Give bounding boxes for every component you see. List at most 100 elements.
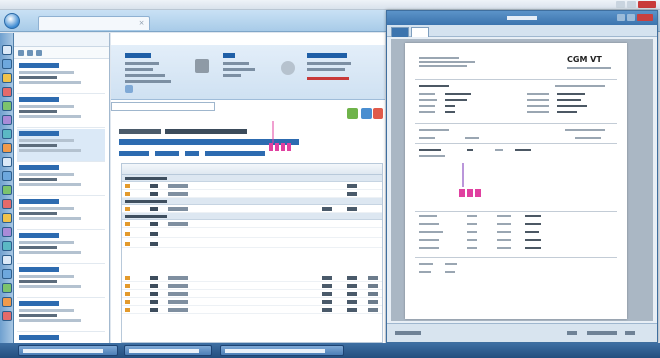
rail-mail-icon[interactable] bbox=[2, 157, 12, 167]
zoom-slider[interactable] bbox=[587, 331, 617, 335]
doc-minimize-button[interactable] bbox=[617, 14, 625, 21]
filter-icon[interactable] bbox=[18, 50, 24, 56]
tab-requirements[interactable] bbox=[119, 151, 149, 156]
tab-hb[interactable] bbox=[185, 151, 199, 156]
taskbar-item[interactable] bbox=[124, 345, 212, 356]
list-item[interactable] bbox=[17, 61, 105, 94]
maximize-button[interactable] bbox=[627, 1, 636, 8]
patient-name bbox=[19, 63, 59, 68]
table-row[interactable] bbox=[122, 240, 382, 248]
rail-alert-icon[interactable] bbox=[2, 87, 12, 97]
table-row[interactable] bbox=[122, 274, 382, 282]
table-row[interactable] bbox=[122, 282, 382, 290]
rail-calendar-icon[interactable] bbox=[2, 73, 12, 83]
rail-logout-icon[interactable] bbox=[2, 311, 12, 321]
list-item[interactable] bbox=[17, 265, 105, 298]
tab-patient[interactable]: × bbox=[38, 16, 150, 30]
rail-lab-icon[interactable] bbox=[2, 101, 12, 111]
doc-close-button[interactable] bbox=[637, 14, 653, 21]
close-button[interactable] bbox=[638, 1, 656, 8]
minimize-button[interactable] bbox=[616, 1, 625, 8]
phone-icon bbox=[281, 61, 295, 75]
patient-card bbox=[111, 45, 385, 100]
search-input[interactable] bbox=[111, 102, 215, 111]
table-header bbox=[122, 164, 382, 175]
rail-home-icon[interactable] bbox=[2, 45, 12, 55]
rail-delete-icon[interactable] bbox=[2, 199, 12, 209]
patient-list-title bbox=[18, 37, 58, 42]
patient-name bbox=[19, 267, 59, 272]
list-item[interactable] bbox=[17, 299, 105, 332]
document-page: CGM VT bbox=[405, 43, 627, 319]
table-row[interactable] bbox=[122, 205, 382, 213]
close-icon[interactable]: × bbox=[138, 20, 145, 27]
patient-list bbox=[14, 33, 110, 343]
main-panel bbox=[111, 33, 385, 343]
table-group-label bbox=[125, 215, 167, 218]
patient-name bbox=[19, 165, 59, 170]
app-menu-button[interactable] bbox=[4, 13, 20, 29]
section-title bbox=[119, 127, 269, 136]
rail-chart-icon[interactable] bbox=[2, 129, 12, 139]
rail-sync-icon[interactable] bbox=[2, 283, 12, 293]
zoom-in-button[interactable] bbox=[625, 331, 635, 335]
table-row[interactable] bbox=[122, 290, 382, 298]
card-info-icon[interactable] bbox=[125, 85, 133, 93]
rail-export-icon[interactable] bbox=[2, 297, 12, 307]
refresh-icon[interactable] bbox=[347, 108, 358, 119]
patient-list-toolbar bbox=[14, 47, 109, 59]
table-row[interactable] bbox=[122, 182, 382, 190]
taskbar-item[interactable] bbox=[220, 345, 344, 356]
zoom-out-button[interactable] bbox=[567, 331, 577, 335]
patient-list-header bbox=[14, 33, 109, 47]
tab-preview[interactable] bbox=[411, 27, 429, 37]
table-group-label bbox=[125, 177, 167, 180]
rail-user-icon[interactable] bbox=[2, 269, 12, 279]
tab-document[interactable] bbox=[391, 27, 409, 37]
patient-name bbox=[19, 335, 59, 340]
rail-invoice-icon[interactable] bbox=[2, 143, 12, 153]
list-item[interactable] bbox=[17, 333, 105, 343]
rail-patients-icon[interactable] bbox=[2, 59, 12, 69]
patient-name bbox=[19, 301, 59, 306]
table-row[interactable] bbox=[122, 230, 382, 238]
list-item[interactable] bbox=[17, 95, 105, 128]
delete-icon[interactable] bbox=[373, 108, 383, 119]
rail-phone-icon[interactable] bbox=[2, 171, 12, 181]
document-viewer[interactable]: CGM VT bbox=[391, 39, 653, 321]
tab-notes[interactable] bbox=[155, 151, 179, 156]
lab-results-table bbox=[121, 163, 383, 343]
list-item[interactable] bbox=[17, 197, 105, 230]
rail-check-icon[interactable] bbox=[2, 185, 12, 195]
page-indicator bbox=[395, 331, 421, 335]
taskbar-item[interactable] bbox=[18, 345, 118, 356]
table-row[interactable] bbox=[122, 220, 382, 228]
rail-settings-icon[interactable] bbox=[2, 241, 12, 251]
rail-print-icon[interactable] bbox=[2, 227, 12, 237]
sort-icon[interactable] bbox=[27, 50, 33, 56]
chart-bar bbox=[287, 143, 291, 151]
taskbar bbox=[0, 343, 660, 358]
patient-name bbox=[19, 233, 59, 238]
patient-name bbox=[19, 131, 59, 136]
refresh-icon[interactable] bbox=[36, 50, 42, 56]
rail-help-icon[interactable] bbox=[2, 255, 12, 265]
table-group-row bbox=[122, 175, 382, 182]
table-group-row bbox=[122, 198, 382, 205]
rail-documents-icon[interactable] bbox=[2, 115, 12, 125]
table-group-row bbox=[122, 213, 382, 220]
doc-maximize-button[interactable] bbox=[627, 14, 635, 21]
chart-bar bbox=[281, 143, 285, 151]
chart-bar bbox=[275, 143, 279, 151]
add-entry-icon[interactable] bbox=[361, 108, 372, 119]
table-row[interactable] bbox=[122, 298, 382, 306]
insurance-card-icon bbox=[195, 59, 209, 73]
list-item[interactable] bbox=[17, 163, 105, 196]
document-title-bar bbox=[387, 11, 657, 25]
lab-chart bbox=[269, 121, 291, 151]
list-item-selected[interactable] bbox=[17, 129, 105, 162]
rail-star-icon[interactable] bbox=[2, 213, 12, 223]
list-item[interactable] bbox=[17, 231, 105, 264]
table-row[interactable] bbox=[122, 306, 382, 314]
table-row[interactable] bbox=[122, 190, 382, 198]
